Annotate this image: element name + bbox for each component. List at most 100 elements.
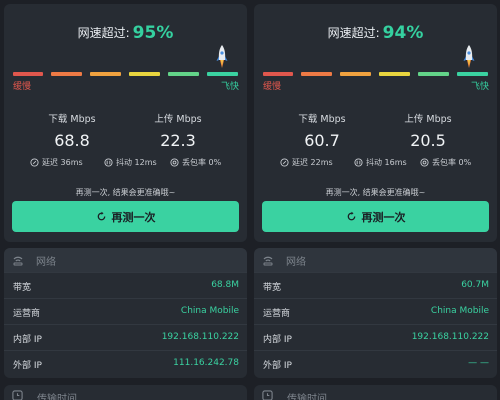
latency-stat: 延迟 22ms xyxy=(280,157,333,168)
row-key: 带宽 xyxy=(263,283,282,293)
network-card-header: 网络 xyxy=(254,248,497,272)
scale-segment-5 xyxy=(418,72,449,76)
scale-segment-1 xyxy=(263,72,293,76)
jitter-text: 抖动 12ms xyxy=(116,158,157,167)
speed-result-card: 网速超过: 94% 缓慢 飞快 下载 Mbps 60.7 上传 Mbps 20.… xyxy=(254,4,497,242)
row-value: 60.7M xyxy=(461,280,489,290)
download-value: 68.8 xyxy=(54,131,90,150)
download-value: 60.7 xyxy=(304,131,340,150)
scale-segment-6 xyxy=(457,72,488,76)
upload-value: 22.3 xyxy=(160,131,196,150)
scale-slow-label: 缓慢 xyxy=(263,82,282,92)
upload-label: 上传 Mbps xyxy=(154,114,202,125)
percentile-value: 95% xyxy=(132,23,174,43)
network-icon xyxy=(263,256,273,266)
rocket-icon xyxy=(216,45,228,68)
retest-button[interactable]: 再测一次 xyxy=(262,201,489,232)
clock-icon xyxy=(12,390,23,400)
network-info-card: 网络 带宽 60.7M 运营商 China Mobile 内部 IP 192.1… xyxy=(254,248,497,378)
row-value: 111.16.242.78 xyxy=(173,358,239,368)
upload-metric: 上传 Mbps 20.5 xyxy=(383,111,473,150)
scale-fast-label: 飞快 xyxy=(220,82,239,92)
network-row-carrier: 运营商 China Mobile xyxy=(4,298,247,324)
download-label: 下载 Mbps xyxy=(298,114,346,125)
speed-panel-left: 网速超过: 95% 缓慢 飞快 下载 Mbps 68.8 上传 Mbps 22.… xyxy=(4,0,247,400)
latency-stat: 延迟 36ms xyxy=(30,157,83,168)
download-metric: 下载 Mbps 68.8 xyxy=(27,111,117,150)
network-info-card: 网络 带宽 68.8M 运营商 China Mobile 内部 IP 192.1… xyxy=(4,248,247,378)
refresh-icon xyxy=(97,211,105,221)
retest-button[interactable]: 再测一次 xyxy=(12,201,239,232)
jitter-icon xyxy=(354,158,363,167)
network-card-title: 网络 xyxy=(36,256,56,268)
retest-button-label: 再测一次 xyxy=(111,210,156,224)
speed-result-card: 网速超过: 95% 缓慢 飞快 下载 Mbps 68.8 上传 Mbps 22.… xyxy=(4,4,247,242)
network-icon xyxy=(13,256,23,266)
row-value: — — xyxy=(468,358,489,368)
scale-segment-1 xyxy=(13,72,43,76)
packet-loss-icon xyxy=(170,158,179,167)
jitter-text: 抖动 16ms xyxy=(366,158,407,167)
network-row-internal-ip: 内部 IP 192.168.110.222 xyxy=(4,324,247,350)
scale-segment-2 xyxy=(51,72,82,76)
row-value: 68.8M xyxy=(211,280,239,290)
percentile-headline: 网速超过: 95% xyxy=(4,22,247,43)
percentile-value: 94% xyxy=(382,23,424,43)
percentile-label: 网速超过: xyxy=(77,26,130,40)
scale-segment-5 xyxy=(168,72,199,76)
refresh-icon xyxy=(347,211,355,221)
row-key: 内部 IP xyxy=(263,335,292,345)
upload-metric: 上传 Mbps 22.3 xyxy=(133,111,223,150)
row-key: 外部 IP xyxy=(263,361,292,371)
speed-panel-right: 网速超过: 94% 缓慢 飞快 下载 Mbps 60.7 上传 Mbps 20.… xyxy=(254,0,497,400)
row-key: 外部 IP xyxy=(13,361,42,371)
loss-stat: 丢包率 0% xyxy=(420,157,471,168)
percentile-headline: 网速超过: 94% xyxy=(254,22,497,43)
jitter-stat: 抖动 16ms xyxy=(354,157,407,168)
row-key: 运营商 xyxy=(13,309,41,319)
retest-hint: 再测一次, 结果会更准确哦~ xyxy=(325,188,426,197)
scale-segment-4 xyxy=(129,72,160,76)
download-label: 下载 Mbps xyxy=(48,114,96,125)
clock-icon xyxy=(262,390,273,400)
upload-value: 20.5 xyxy=(410,131,446,150)
network-row-carrier: 运营商 China Mobile xyxy=(254,298,497,324)
row-value: 192.168.110.222 xyxy=(161,332,239,342)
retest-button-label: 再测一次 xyxy=(361,210,406,224)
latency-text: 延迟 36ms xyxy=(42,158,83,167)
loss-text: 丢包率 0% xyxy=(182,158,222,167)
scale-segment-3 xyxy=(90,72,121,76)
transfer-time-card[interactable]: 传输时间 xyxy=(4,385,247,400)
scale-fast-label: 飞快 xyxy=(470,82,489,92)
scale-slow-label: 缓慢 xyxy=(13,82,32,92)
packet-loss-icon xyxy=(420,158,429,167)
latency-icon xyxy=(280,158,289,167)
loss-stat: 丢包率 0% xyxy=(170,157,221,168)
network-row-bandwidth: 带宽 68.8M xyxy=(4,272,247,298)
row-key: 运营商 xyxy=(263,309,291,319)
latency-text: 延迟 22ms xyxy=(292,158,333,167)
upload-label: 上传 Mbps xyxy=(404,114,452,125)
jitter-stat: 抖动 12ms xyxy=(104,157,157,168)
scale-segment-4 xyxy=(379,72,410,76)
row-value: China Mobile xyxy=(430,306,489,316)
rocket-icon xyxy=(463,45,475,68)
transfer-time-title: 传输时间 xyxy=(37,394,77,400)
percentile-label: 网速超过: xyxy=(327,26,380,40)
network-card-title: 网络 xyxy=(286,256,306,268)
download-metric: 下载 Mbps 60.7 xyxy=(277,111,367,150)
transfer-time-card[interactable]: 传输时间 xyxy=(254,385,497,400)
retest-hint: 再测一次, 结果会更准确哦~ xyxy=(75,188,176,197)
scale-segment-6 xyxy=(207,72,238,76)
network-row-external-ip: 外部 IP — — xyxy=(254,350,497,376)
network-row-internal-ip: 内部 IP 192.168.110.222 xyxy=(254,324,497,350)
speed-test-screen: 网速超过: 95% 缓慢 飞快 下载 Mbps 68.8 上传 Mbps 22.… xyxy=(0,0,500,400)
row-key: 带宽 xyxy=(13,283,32,293)
transfer-time-title: 传输时间 xyxy=(287,394,327,400)
row-value: 192.168.110.222 xyxy=(411,332,489,342)
scale-segment-3 xyxy=(340,72,371,76)
network-row-bandwidth: 带宽 60.7M xyxy=(254,272,497,298)
loss-text: 丢包率 0% xyxy=(432,158,472,167)
scale-segment-2 xyxy=(301,72,332,76)
jitter-icon xyxy=(104,158,113,167)
